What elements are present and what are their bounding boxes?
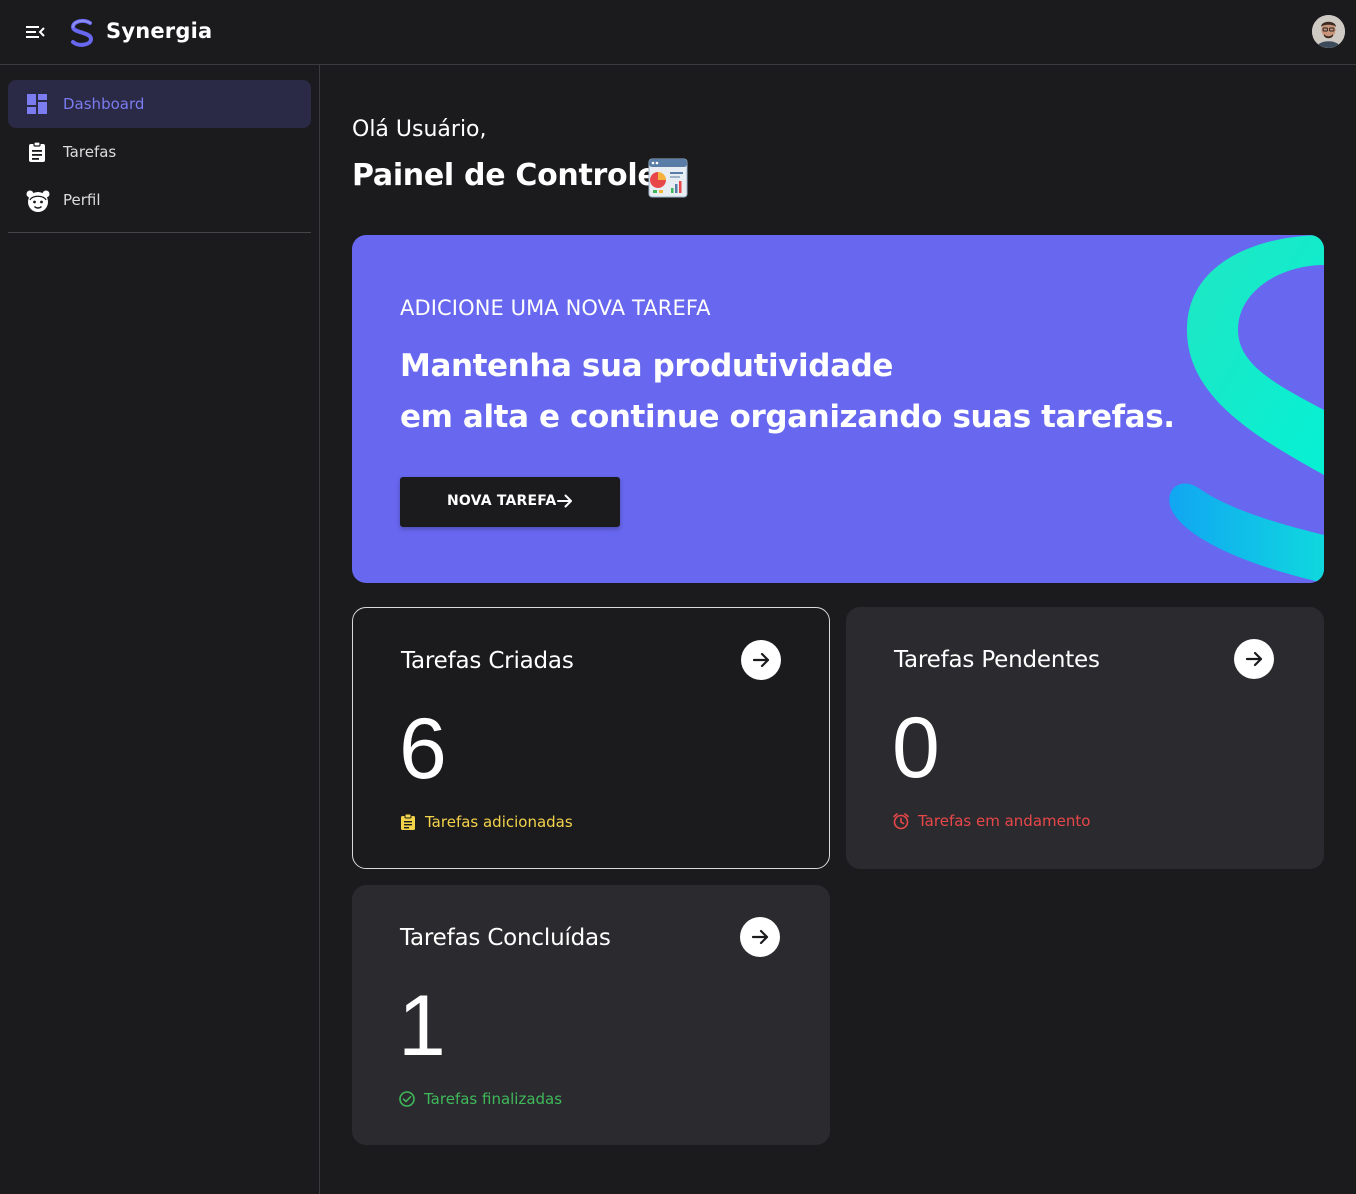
page-title: Painel de Controle — [352, 158, 658, 193]
sidebar-item-label: Perfil — [63, 191, 101, 209]
alarm-clock-icon — [892, 812, 910, 830]
card-value: 0 — [892, 700, 940, 796]
sidebar-item-dashboard[interactable]: Dashboard — [8, 80, 311, 128]
dashboard-chart-icon — [648, 158, 688, 198]
user-avatar[interactable] — [1312, 15, 1345, 48]
menu-collapse-icon[interactable] — [24, 22, 48, 42]
card-footnote: Tarefas adicionadas — [425, 813, 573, 831]
banner-headline: Mantenha sua produtividade — [400, 348, 894, 384]
arrow-right-icon — [752, 652, 770, 668]
banner-eyebrow: ADICIONE UMA NOVA TAREFA — [400, 296, 711, 320]
greeting-text: Olá Usuário, — [352, 117, 487, 142]
card-footnote: Tarefas em andamento — [918, 812, 1091, 830]
brand-name[interactable]: Synergia — [106, 19, 212, 43]
new-task-banner: ADICIONE UMA NOVA TAREFA Mantenha sua pr… — [352, 235, 1324, 583]
card-title: Tarefas Pendentes — [894, 647, 1100, 673]
card-open-button[interactable] — [1234, 639, 1274, 679]
card-tarefas-pendentes: Tarefas Pendentes 0 Tarefas em andamento — [846, 607, 1324, 869]
sidebar-item-label: Tarefas — [63, 143, 117, 161]
card-title: Tarefas Concluídas — [400, 925, 611, 951]
synergia-logo-icon[interactable] — [66, 17, 98, 49]
card-value: 6 — [399, 701, 447, 797]
card-open-button[interactable] — [741, 640, 781, 680]
sidebar: Dashboard Tarefas Perfil — [0, 65, 320, 1194]
card-title: Tarefas Criadas — [401, 648, 574, 674]
arrow-right-icon — [1245, 651, 1263, 667]
clipboard-icon — [399, 813, 417, 831]
sidebar-item-label: Dashboard — [63, 95, 145, 113]
clipboard-icon — [25, 140, 49, 164]
sidebar-item-tarefas[interactable]: Tarefas — [8, 128, 311, 176]
card-open-button[interactable] — [740, 917, 780, 957]
card-footnote: Tarefas finalizadas — [424, 1090, 563, 1108]
card-tarefas-concluidas: Tarefas Concluídas 1 Tarefas finalizadas — [352, 885, 830, 1145]
face-icon — [25, 188, 50, 212]
dashboard-icon — [25, 92, 49, 116]
card-value: 1 — [398, 978, 446, 1074]
new-task-button-label: NOVA TAREFA — [447, 493, 557, 509]
sidebar-item-perfil[interactable]: Perfil — [8, 176, 311, 224]
arrow-right-icon — [556, 492, 574, 510]
new-task-button[interactable]: NOVA TAREFA — [400, 477, 620, 527]
top-bar: Synergia — [0, 0, 1356, 65]
arrow-right-icon — [751, 929, 769, 945]
banner-headline-continued: em alta e continue organizando suas tare… — [400, 399, 1175, 435]
sidebar-divider — [8, 232, 311, 233]
card-tarefas-criadas: Tarefas Criadas 6 Tarefas adicionadas — [352, 607, 830, 869]
check-circle-icon — [398, 1090, 416, 1108]
